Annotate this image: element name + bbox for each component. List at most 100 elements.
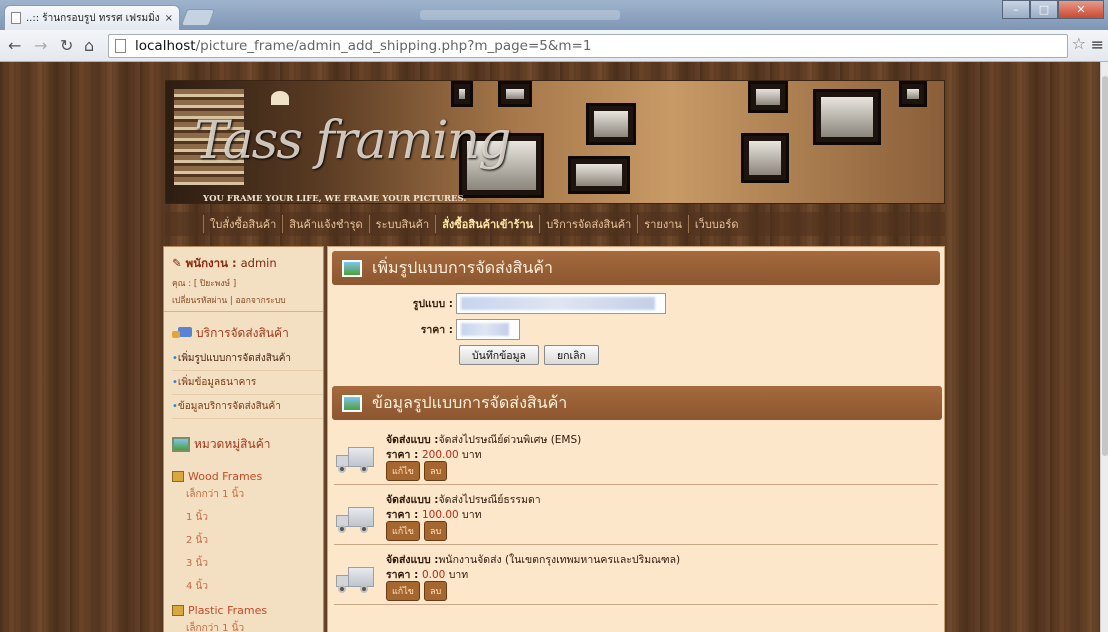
minimize-button[interactable]: –	[1002, 0, 1030, 19]
frame-image	[568, 156, 630, 194]
price-label: ราคา :	[386, 569, 422, 581]
shipping-row: จัดส่งแบบ :จัดส่งไปรษณีย์ด่วนพิเศษ (EMS)…	[334, 425, 938, 485]
user-box: ✎ พนักงาน : admin คุณ : [ ปิยะพงษ์ ] เปล…	[164, 247, 323, 312]
pattern-label: รูปแบบ :	[412, 298, 453, 310]
frame-image	[748, 81, 788, 113]
left-sidebar: ✎ พนักงาน : admin คุณ : [ ปิยะพงษ์ ] เปล…	[163, 246, 324, 632]
menu-add-bank[interactable]: เพิ่มข้อมูลธนาคาร	[172, 371, 323, 395]
price-label: ราคา :	[386, 449, 422, 461]
menu-add-shipping[interactable]: เพิ่มรูปแบบการจัดส่งสินค้า	[172, 347, 323, 371]
user-links[interactable]: เปลี่ยนรหัสผ่าน | ออกจากระบบ	[172, 293, 317, 307]
page-icon	[11, 12, 21, 24]
new-tab-button[interactable]	[180, 9, 216, 26]
menu-shipping-info[interactable]: ข้อมูลบริการจัดส่งสินค้า	[172, 395, 323, 419]
frame-image	[586, 103, 636, 145]
window-controls: – □ ✕	[1002, 0, 1104, 19]
nav-webboard[interactable]: เว็บบอร์ด	[687, 215, 745, 233]
edit-button[interactable]: แก้ไข	[386, 461, 420, 481]
category-item[interactable]: 4 นิ้ว	[172, 575, 317, 598]
page-scrollbar[interactable]	[1100, 62, 1108, 632]
pattern-input[interactable]	[456, 293, 666, 314]
tab-close-icon[interactable]: ×	[165, 13, 173, 24]
price-unit: บาท	[445, 569, 469, 581]
category-item[interactable]: 1 นิ้ว	[172, 506, 317, 529]
page-icon	[115, 39, 126, 53]
truck-icon	[336, 445, 374, 473]
cancel-button[interactable]: ยกเลิก	[543, 345, 599, 365]
price-value: 200.00	[421, 449, 459, 461]
window-title-blurred	[420, 10, 620, 20]
user-name: admin	[240, 256, 277, 270]
price-label: ราคา :	[386, 509, 422, 521]
price-value: 0.00	[421, 569, 446, 581]
price-row: ราคา :	[336, 319, 520, 340]
truck-icon	[336, 565, 374, 593]
shipping-menu: เพิ่มรูปแบบการจัดส่งสินค้า เพิ่มข้อมูลธน…	[164, 347, 323, 423]
frame-image	[451, 81, 473, 107]
redacted-value	[461, 323, 509, 336]
nav-shipping[interactable]: บริการจัดส่งสินค้า	[539, 215, 637, 233]
list-title: ข้อมูลรูปแบบการจัดส่งสินค้า	[372, 392, 568, 412]
price-input[interactable]	[456, 319, 520, 340]
category-item[interactable]: เล็กกว่า 1 นิ้ว	[172, 617, 317, 632]
nav-orders[interactable]: ใบสั่งซื้อสินค้า	[203, 215, 282, 233]
brand-slogan: YOU FRAME YOUR LIFE, WE FRAME YOUR PICTU…	[203, 194, 467, 204]
main-panel: เพิ่มรูปแบบการจัดส่งสินค้า รูปแบบ : ราคา…	[327, 246, 945, 632]
nav-damaged[interactable]: สินค้าแจ้งชำรุด	[282, 215, 368, 233]
nav-purchase[interactable]: สั่งซื้อสินค้าเข้าร้าน	[435, 215, 539, 233]
close-window-button[interactable]: ✕	[1058, 0, 1104, 19]
frame-image	[498, 81, 532, 107]
price-label: ราคา :	[420, 324, 453, 336]
picture-icon	[342, 259, 362, 277]
pattern-row: รูปแบบ :	[336, 293, 666, 314]
edit-button[interactable]: แก้ไข	[386, 521, 420, 541]
delete-button[interactable]: ลบ	[423, 461, 448, 481]
lamp-image	[271, 91, 289, 105]
category-item[interactable]: 3 นิ้ว	[172, 552, 317, 575]
top-nav: ใบสั่งซื้อสินค้า สินค้าแจ้งชำรุด ระบบสิน…	[165, 212, 945, 236]
menu-icon[interactable]: ≡	[1091, 35, 1104, 54]
url-path: /picture_frame/admin_add_shipping.php?m_…	[195, 38, 592, 54]
user-label: พนักงาน :	[185, 256, 241, 270]
user-fullname: คุณ : [ ปิยะพงษ์ ]	[172, 279, 237, 289]
nav-products[interactable]: ระบบสินค้า	[368, 215, 436, 233]
frame-image	[899, 81, 927, 107]
method-value: จัดส่งไปรษณีย์ธรรมดา	[438, 494, 541, 506]
scrollbar-thumb[interactable]	[1102, 76, 1108, 456]
address-bar[interactable]: localhost/picture_frame/admin_add_shippi…	[108, 34, 1068, 58]
method-label: จัดส่งแบบ :	[386, 434, 439, 446]
price-unit: บาท	[458, 449, 482, 461]
category-item[interactable]: 2 นิ้ว	[172, 529, 317, 552]
form-header: เพิ่มรูปแบบการจัดส่งสินค้า	[332, 251, 940, 285]
save-button[interactable]: บันทึกข้อมูล	[459, 345, 539, 365]
browser-toolbar: ← → ↻ ⌂ localhost/picture_frame/admin_ad…	[0, 30, 1108, 62]
nav-reports[interactable]: รายงาน	[637, 215, 688, 233]
delete-button[interactable]: ลบ	[423, 521, 448, 541]
category-item[interactable]: เล็กกว่า 1 นิ้ว	[172, 483, 317, 506]
category-section-label: หมวดหมู่สินค้า	[194, 437, 271, 451]
shipping-row: จัดส่งแบบ :จัดส่งไปรษณีย์ธรรมดา ราคา : 1…	[334, 485, 938, 545]
method-label: จัดส่งแบบ :	[386, 554, 439, 566]
forward-arrow-icon[interactable]: →	[34, 36, 47, 55]
method-value: พนักงานจัดส่ง (ในเขตกรุงเทพมหานครและปริม…	[438, 554, 681, 566]
maximize-button[interactable]: □	[1030, 0, 1058, 19]
browser-tab[interactable]: ..:: ร้านกรอบรูป ทรรศ เฟรมมิ่ง ×	[4, 5, 180, 30]
delete-button[interactable]: ลบ	[423, 581, 448, 601]
category-plastic[interactable]: Plastic Frames	[172, 604, 317, 617]
shipping-section-label: บริการจัดส่งสินค้า	[196, 326, 289, 340]
form-title: เพิ่มรูปแบบการจัดส่งสินค้า	[372, 257, 553, 277]
frame-image	[741, 133, 789, 183]
browser-titlebar: ..:: ร้านกรอบรูป ทรรศ เฟรมมิ่ง × – □ ✕	[0, 0, 1108, 30]
edit-button[interactable]: แก้ไข	[386, 581, 420, 601]
price-value: 100.00	[421, 509, 459, 521]
frame-image	[813, 89, 881, 145]
site-banner: Tass framing YOU FRAME YOUR LIFE, WE FRA…	[165, 80, 945, 204]
shipping-section-title: บริการจัดส่งสินค้า	[164, 312, 323, 347]
category-wood[interactable]: Wood Frames	[172, 470, 317, 483]
reload-icon[interactable]: ↻	[60, 36, 73, 55]
category-list: Wood Frames เล็กกว่า 1 นิ้ว 1 นิ้ว 2 นิ้…	[164, 458, 323, 632]
back-arrow-icon[interactable]: ←	[8, 36, 21, 55]
page-viewport: Tass framing YOU FRAME YOUR LIFE, WE FRA…	[0, 62, 1100, 632]
home-icon[interactable]: ⌂	[84, 36, 94, 55]
bookmark-star-icon[interactable]: ☆	[1072, 34, 1086, 53]
